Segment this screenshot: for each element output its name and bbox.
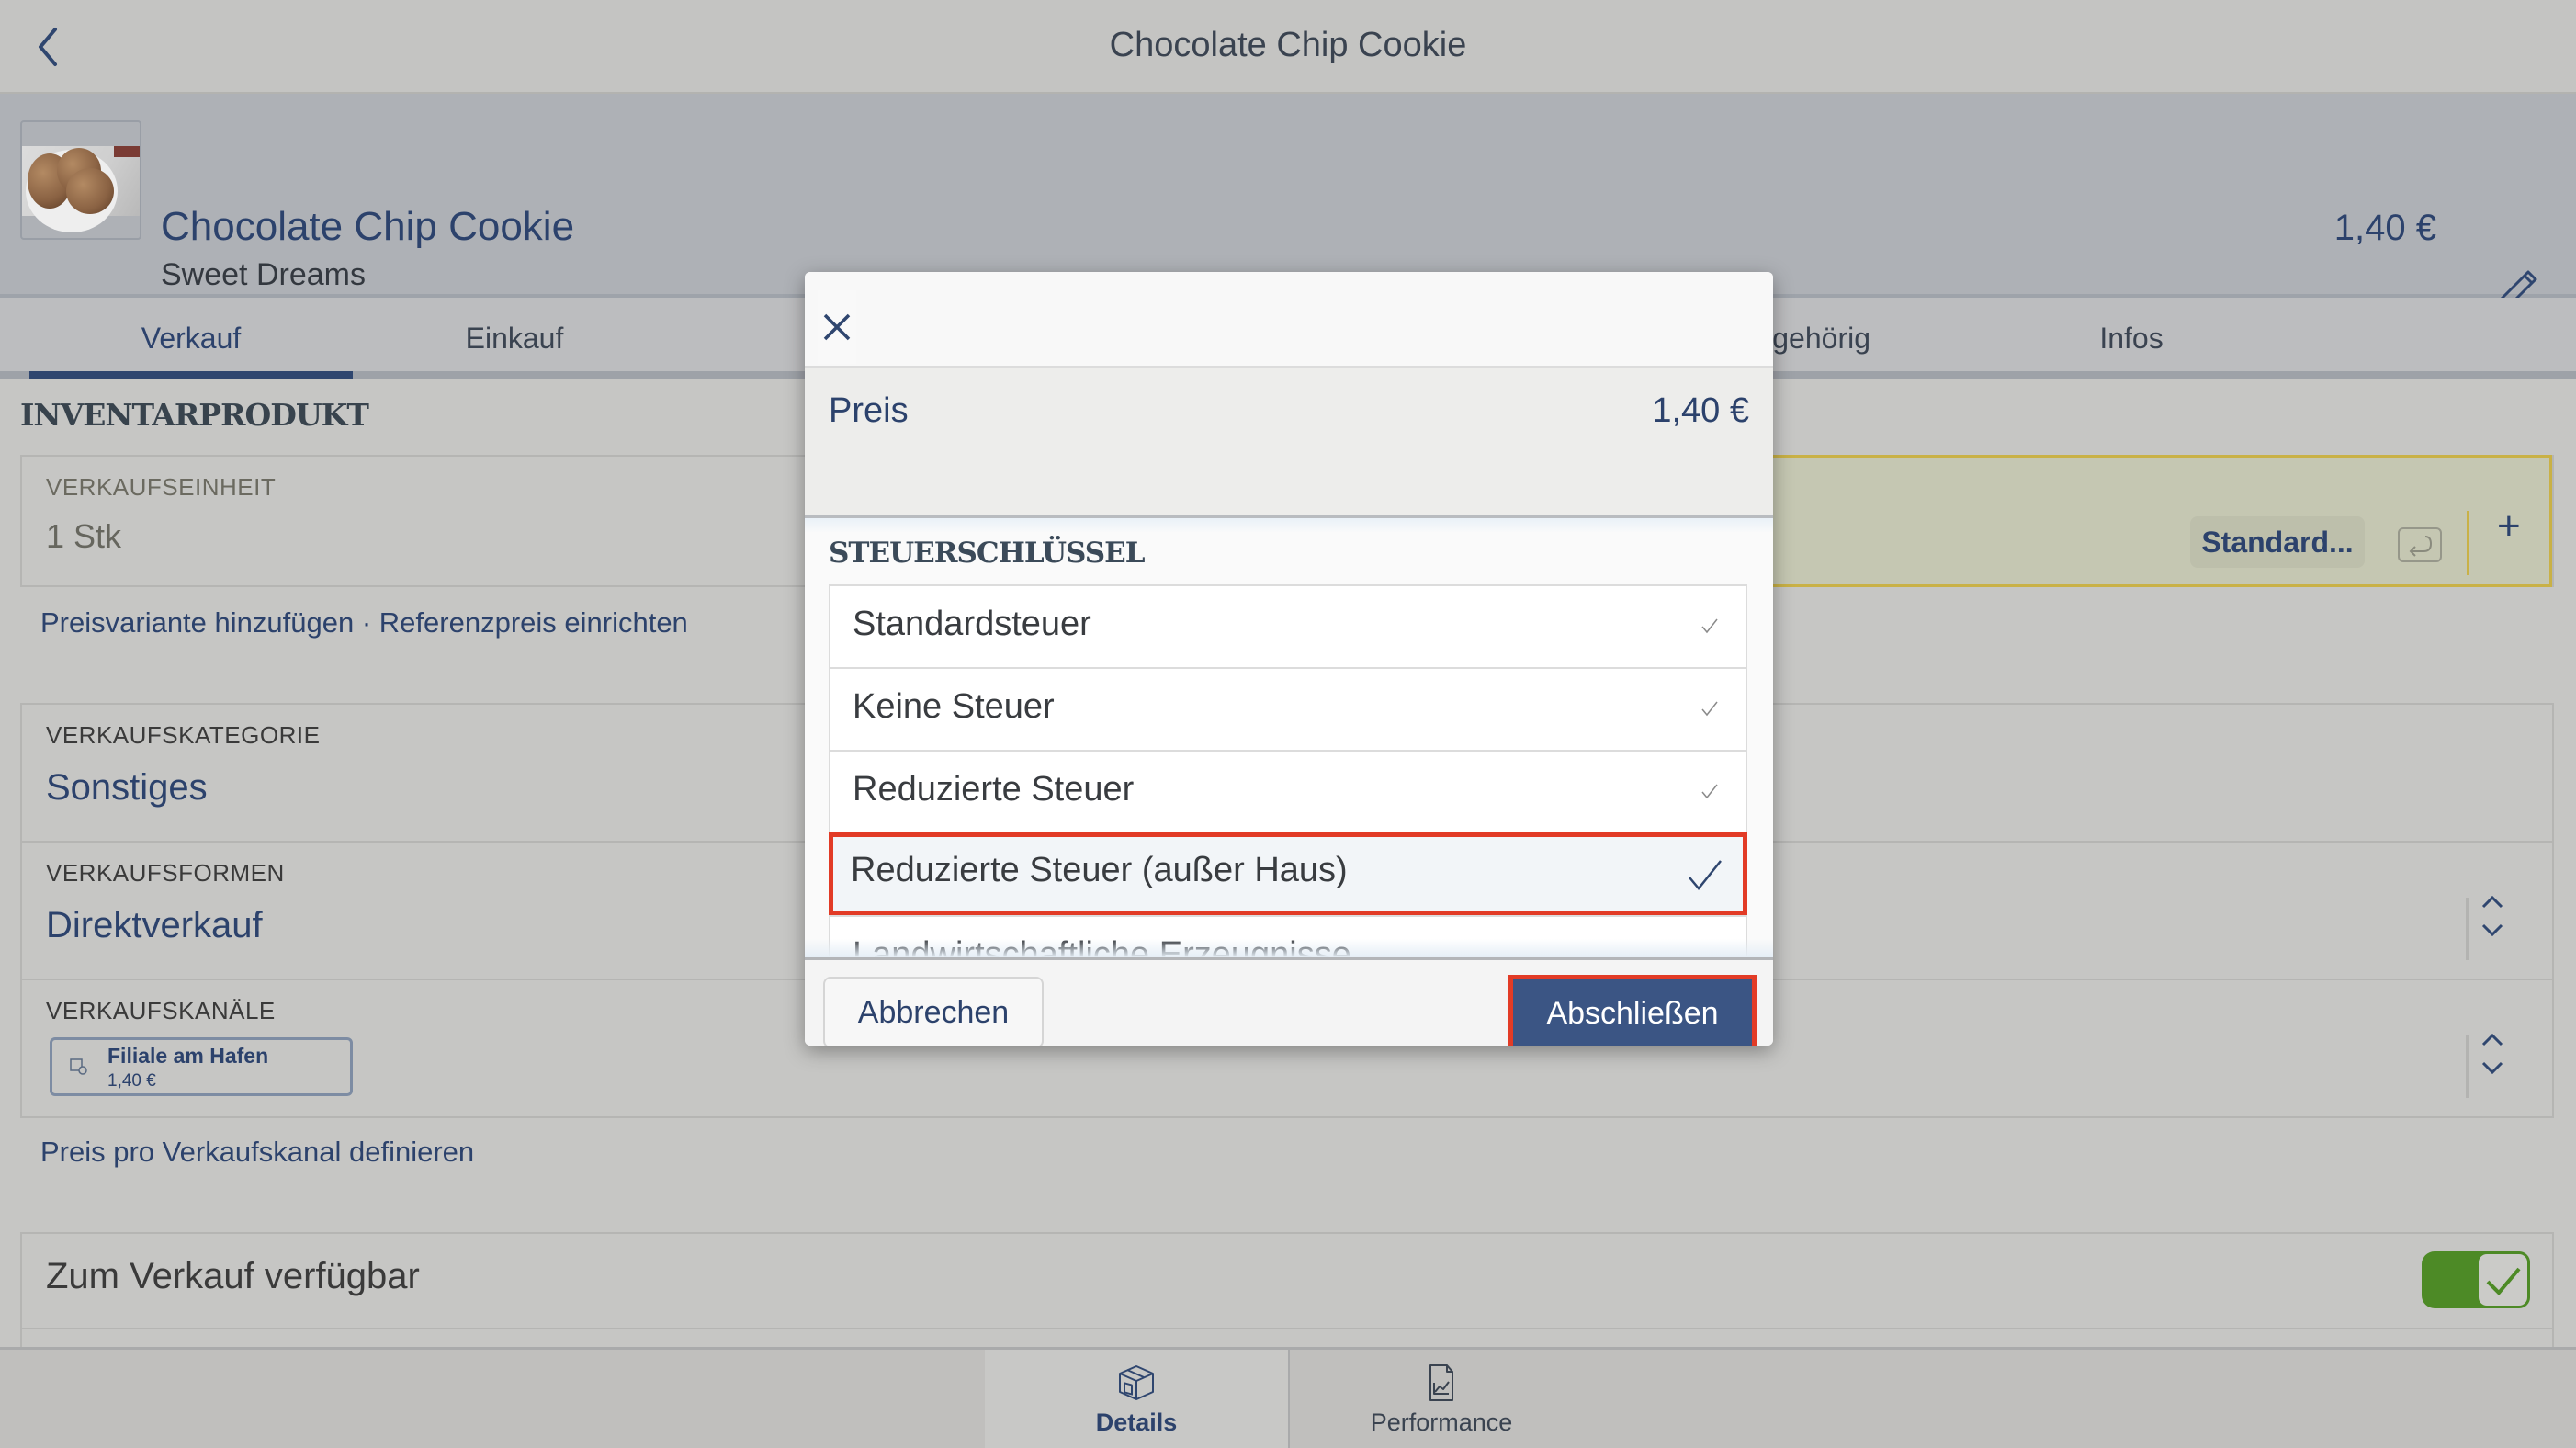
finish-button[interactable]: Abschließen [1508,975,1757,1046]
tax-option-selected[interactable]: Reduzierte Steuer (außer Haus) [829,832,1747,915]
channel-chip-name: Filiale am Hafen [107,1044,269,1068]
checkmark-icon [1701,618,1718,634]
category-label: VERKAUFSKATEGORIE [46,721,321,749]
bottom-tab-details[interactable]: Details [985,1350,1288,1448]
standard-tax-button[interactable]: Standard... [2190,516,2365,568]
tab-verkauf[interactable]: Verkauf [29,322,353,356]
chart-document-icon [1429,1364,1453,1401]
checkmark-icon [1701,784,1718,799]
sales-channels-stepper[interactable] [2451,1028,2534,1092]
available-label: Zum Verkauf verfügbar [46,1256,420,1296]
cancel-button[interactable]: Abbrechen [823,977,1044,1046]
tax-key-list[interactable]: Standardsteuer Keine Steuer Reduzierte S… [829,584,1747,957]
bottom-tab-bar: Details Performance [0,1347,2576,1448]
tax-option[interactable]: Standardsteuer [829,584,1747,667]
price-per-channel-link[interactable]: Preis pro Verkaufskanal definieren [40,1136,474,1169]
tax-option-label: Standardsteuer [853,605,1091,643]
dialog-header [805,272,1773,368]
product-name: Chocolate Chip Cookie [161,204,575,249]
checkmark-icon [1701,701,1718,717]
product-header: Chocolate Chip Cookie Sweet Dreams Artik… [0,94,2576,371]
tab-infos[interactable]: Infos [1970,322,2293,356]
bottom-tab-performance-label: Performance [1370,1408,1513,1436]
category-value: Sonstiges [46,767,208,808]
tax-option-label: Reduzierte Steuer (außer Haus) [851,851,1348,889]
checkmark-icon [1689,860,1722,890]
active-tab-indicator [29,371,353,379]
unit-value: 1 Stk [46,517,122,555]
store-location-icon [70,1058,87,1075]
add-price-variant-link[interactable]: Preisvariante hinzufügen [40,606,354,639]
tax-option[interactable]: Keine Steuer [829,667,1747,750]
available-row: Zum Verkauf verfügbar [20,1232,2554,1329]
checkmark-icon [2486,1267,2521,1295]
sales-channels-label: VERKAUFSKANÄLE [46,997,276,1024]
return-icon [2409,536,2433,557]
tax-option-label: Keine Steuer [853,687,1055,726]
sales-forms-value: Direktverkauf [46,905,263,945]
toggle-knob [2476,1251,2530,1308]
divider [2467,511,2469,575]
tab-einkauf[interactable]: Einkauf [353,322,676,356]
enter-button[interactable] [2398,527,2442,562]
product-price: 1,40 € [2333,208,2436,248]
bottom-tab-details-label: Details [1095,1408,1178,1436]
tax-key-section[interactable]: STEUERSCHLÜSSEL Standardsteuer Keine Ste… [805,518,1773,957]
navigation-bar: Chocolate Chip Cookie [0,0,2576,94]
box-icon [1119,1365,1154,1400]
bottom-tab-performance[interactable]: Performance [1290,1350,1593,1448]
channel-chip-price: 1,40 € [107,1071,156,1091]
sales-forms-label: VERKAUFSFORMEN [46,859,285,887]
chevron-up-down-icon [2481,1033,2503,1075]
add-button[interactable]: + [2497,503,2521,549]
price-section: Preis 1,40 € [805,368,1773,518]
reference-price-link[interactable]: Referenzpreis einrichten [379,606,688,639]
dialog-footer: Abbrechen Abschließen [805,957,1773,1046]
tax-option-label: Reduzierte Steuer [853,770,1135,809]
section-title: INVENTARPRODUKT [20,397,369,433]
close-icon [823,313,851,341]
price-value: 1,40 € [1652,391,1749,430]
sales-forms-stepper[interactable] [2451,890,2534,955]
product-brand: Sweet Dreams [161,257,366,292]
channel-chip[interactable]: Filiale am Hafen 1,40 € [50,1037,353,1096]
page-title: Chocolate Chip Cookie [1109,26,1467,64]
product-thumbnail [20,120,141,240]
price-input-row[interactable]: Standard... + [1764,455,2552,587]
tax-key-title: STEUERSCHLÜSSEL [829,537,1146,570]
cookie-photo [22,146,140,232]
price-label: Preis [829,391,909,430]
close-button[interactable] [818,290,856,364]
chevron-up-down-icon [2481,895,2503,937]
scroll-fade [805,939,1773,957]
unit-label: VERKAUFSEINHEIT [46,473,277,501]
tax-key-dialog: Preis 1,40 € STEUERSCHLÜSSEL Standardste… [805,272,1773,1046]
tax-option[interactable]: Reduzierte Steuer [829,750,1747,832]
link-separator: · [361,606,372,639]
available-toggle[interactable] [2422,1251,2530,1308]
